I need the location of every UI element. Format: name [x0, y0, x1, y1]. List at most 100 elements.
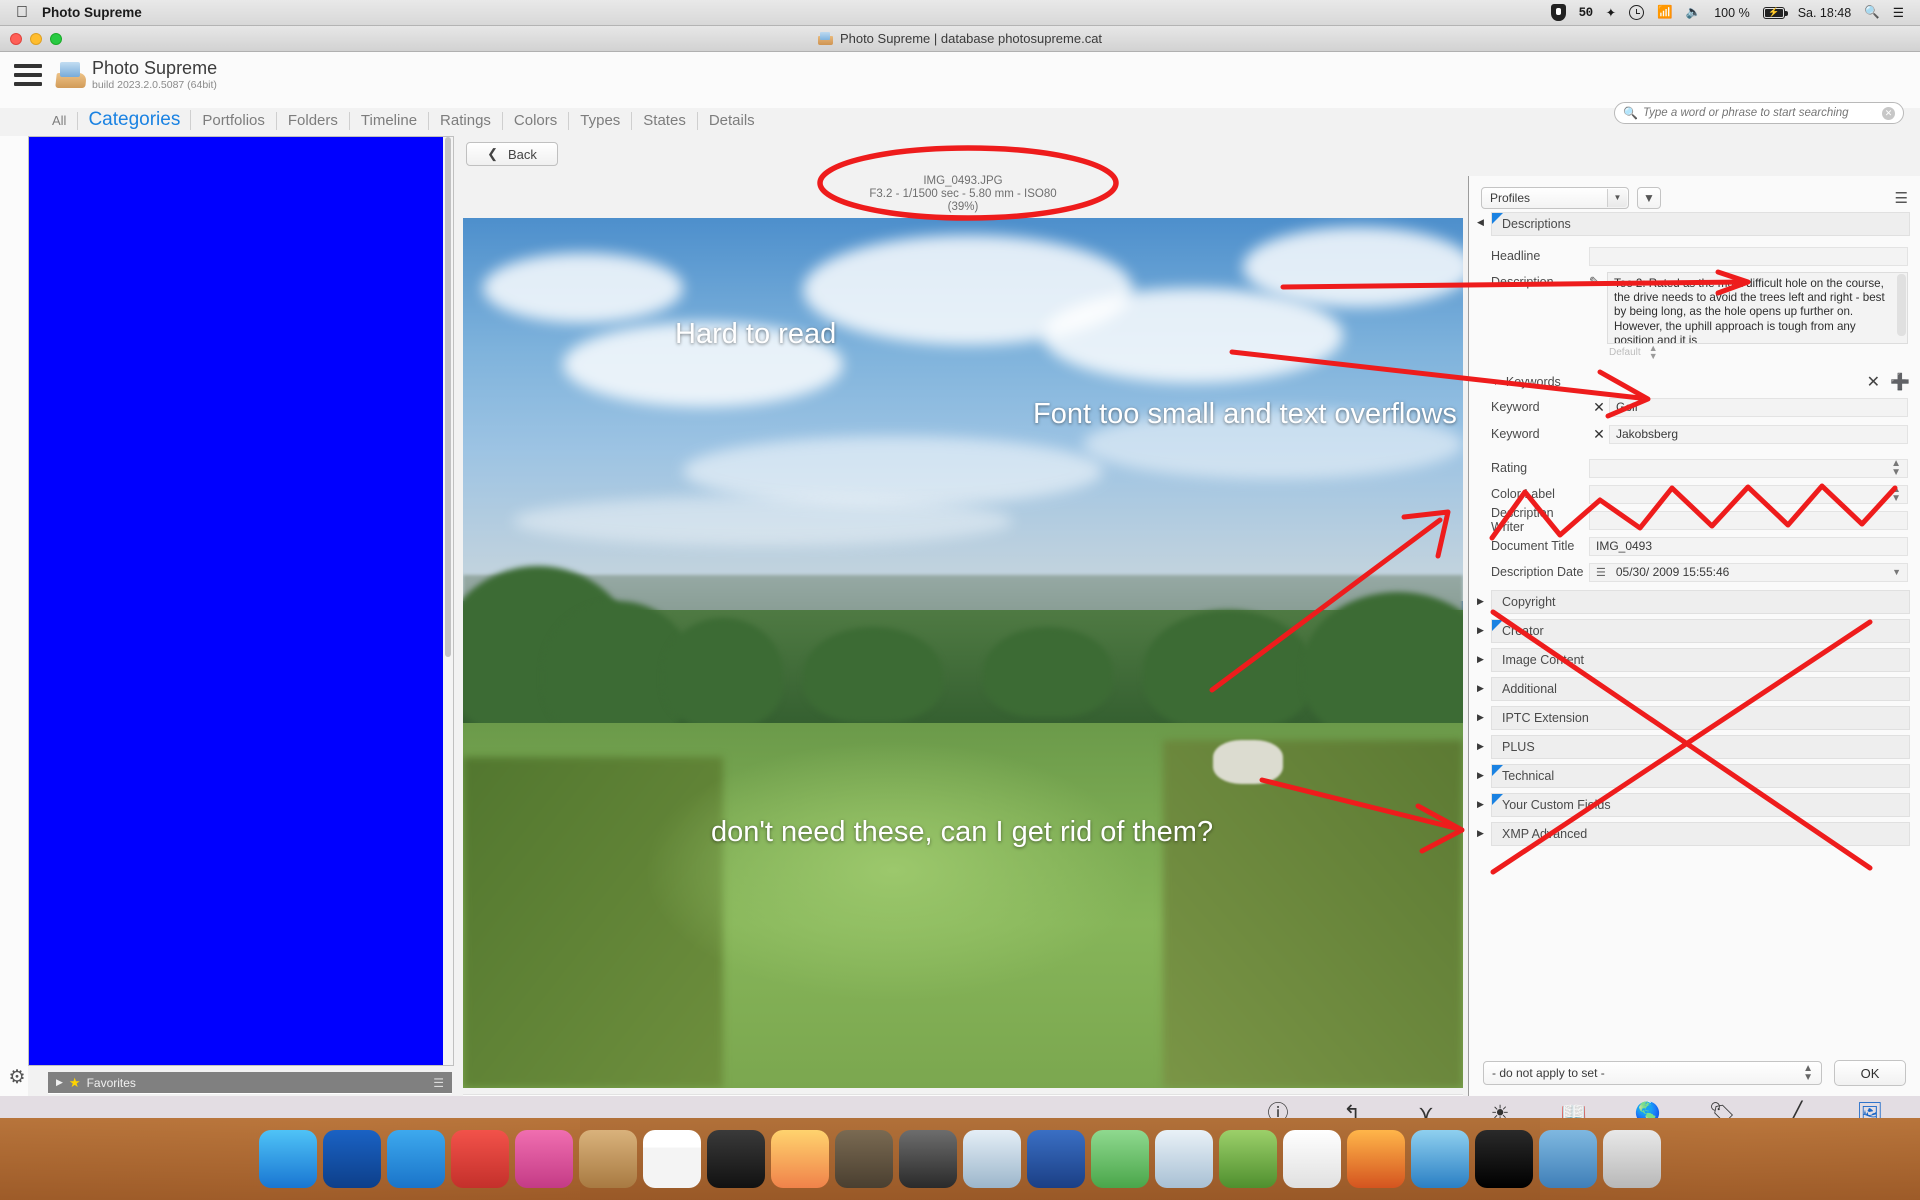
shield-icon[interactable]: [1550, 4, 1566, 21]
notification-center-icon[interactable]: ☰: [1893, 5, 1904, 20]
dock-calendar-icon[interactable]: [643, 1130, 701, 1188]
section-header-technical[interactable]: Technical: [1491, 764, 1910, 788]
maximize-button[interactable]: [50, 32, 62, 45]
minimize-button[interactable]: [30, 32, 42, 45]
expand-arrow-icon[interactable]: ▶: [1477, 625, 1484, 636]
spinner-icon[interactable]: ▲ ▼: [1891, 459, 1901, 478]
labels-button[interactable]: 🏷 Labels: [1686, 1102, 1758, 1118]
section-header-descriptions[interactable]: Descriptions: [1491, 212, 1910, 236]
filter-button[interactable]: ▼: [1637, 186, 1661, 209]
preview-button[interactable]: 🖼 Preview: [1834, 1102, 1906, 1118]
description-textarea[interactable]: Tee 2: Rated as the most difficult hole …: [1607, 272, 1908, 344]
collapse-arrow-icon[interactable]: ◀: [1477, 217, 1484, 228]
add-keyword-icon[interactable]: ➕: [1890, 372, 1910, 392]
expand-arrow-icon[interactable]: ▶: [1477, 770, 1484, 781]
sidebar-item-favorites[interactable]: ▶ ★ Favorites ☰: [48, 1072, 452, 1094]
battery-icon[interactable]: ⚡: [1762, 6, 1788, 19]
dock-contacts-icon[interactable]: [579, 1130, 637, 1188]
color-label-input[interactable]: ▲ ▼: [1589, 484, 1908, 504]
scrollbar-thumb[interactable]: [445, 137, 451, 657]
spotlight-search-icon[interactable]: 🔍: [1864, 5, 1880, 20]
info-button[interactable]: ⓘ Info: [1242, 1102, 1314, 1118]
battery-percent-label[interactable]: 100 %: [1714, 6, 1749, 20]
share-button[interactable]: ↰ Share: [1316, 1102, 1388, 1118]
expand-arrow-icon[interactable]: ▶: [1477, 741, 1484, 752]
photo-preview[interactable]: Hard to read Font too small and text ove…: [463, 218, 1463, 1088]
menubar-clock[interactable]: Sa. 18:48: [1798, 6, 1852, 20]
dock-itunes-icon[interactable]: [515, 1130, 573, 1188]
rating-input[interactable]: ▲ ▼: [1589, 458, 1908, 478]
profile-select[interactable]: Profiles ▼: [1481, 186, 1629, 209]
dock-cube-icon[interactable]: [1219, 1130, 1277, 1188]
section-header-xmp-advanced[interactable]: XMP Advanced: [1491, 822, 1910, 846]
dock-firefox-icon[interactable]: [1347, 1130, 1405, 1188]
dock-camera-icon[interactable]: [899, 1130, 957, 1188]
time-machine-icon[interactable]: [1629, 5, 1645, 20]
keyword-input[interactable]: Jakobsberg: [1609, 424, 1908, 444]
chevron-down-icon[interactable]: ▼: [1607, 188, 1627, 207]
section-header-image-content[interactable]: Image Content: [1491, 648, 1910, 672]
favorites-menu-icon[interactable]: ☰: [433, 1076, 444, 1090]
back-button[interactable]: ❮ Back: [466, 142, 558, 166]
clear-search-icon[interactable]: ✕: [1882, 106, 1895, 120]
description-scrollbar[interactable]: [1897, 274, 1906, 336]
dock-terminal-icon[interactable]: [1475, 1130, 1533, 1188]
settings-gear-icon[interactable]: ⚙: [6, 1066, 28, 1088]
chevron-down-icon[interactable]: ▼: [1892, 567, 1901, 577]
numeric-indicator-icon[interactable]: 50: [1579, 6, 1594, 20]
dock-photos-icon[interactable]: [771, 1130, 829, 1188]
volume-icon[interactable]: 🔈: [1686, 5, 1702, 20]
expand-arrow-icon[interactable]: ▶: [1477, 828, 1484, 839]
dock-finder-icon[interactable]: [259, 1130, 317, 1188]
window-controls[interactable]: [10, 32, 62, 45]
bluetooth-icon[interactable]: ✦: [1606, 5, 1616, 20]
tab-ratings[interactable]: Ratings: [429, 112, 503, 130]
tab-states[interactable]: States: [632, 112, 698, 130]
categories-tree-panel[interactable]: [28, 136, 454, 1066]
apple-menu-icon[interactable]: : [0, 4, 42, 21]
menubar-app-name[interactable]: Photo Supreme: [42, 5, 142, 20]
description-date-input[interactable]: ☰ 05/30/ 2009 15:55:46 ▼: [1589, 562, 1908, 582]
ok-button[interactable]: OK: [1834, 1060, 1906, 1086]
details-button[interactable]: 📖 Details: [1538, 1102, 1610, 1118]
tab-types[interactable]: Types: [569, 112, 633, 130]
geo-tag-button[interactable]: 🌎 GEO Tag: [1612, 1102, 1684, 1118]
edit-pencil-icon[interactable]: ✎: [1589, 272, 1607, 290]
description-spinner-icon[interactable]: ▲ ▼: [1649, 344, 1658, 361]
dock-redapp-icon[interactable]: [451, 1130, 509, 1188]
spinner-icon[interactable]: ▲ ▼: [1891, 485, 1901, 504]
dock-sync-icon[interactable]: [387, 1130, 445, 1188]
tab-categories[interactable]: Categories: [78, 110, 192, 130]
batch-button[interactable]: ⋎ Batch: [1390, 1102, 1462, 1118]
section-header-plus[interactable]: PLUS: [1491, 735, 1910, 759]
dock-virtualbox-icon[interactable]: [1155, 1130, 1213, 1188]
section-header-copyright[interactable]: Copyright: [1491, 590, 1910, 614]
tab-colors[interactable]: Colors: [503, 112, 570, 130]
expand-arrow-icon[interactable]: ▶: [1477, 683, 1484, 694]
dock-sketch-icon[interactable]: [1027, 1130, 1085, 1188]
wifi-icon[interactable]: 📶: [1657, 5, 1673, 20]
adjust-button[interactable]: ╱ Adjust: [1760, 1102, 1832, 1118]
delete-keyword-icon[interactable]: ✕: [1589, 426, 1609, 443]
dock-folder-icon[interactable]: [1539, 1130, 1597, 1188]
calendar-list-icon[interactable]: ☰: [1596, 566, 1606, 579]
document-title-input[interactable]: IMG_0493: [1589, 536, 1908, 556]
spinner-icon[interactable]: ▲ ▼: [1803, 1064, 1813, 1083]
keywords-section-header[interactable]: ▼ Keywords ✕ ➕: [1491, 372, 1910, 392]
expand-arrow-icon[interactable]: ▶: [1477, 712, 1484, 723]
dock-1password-icon[interactable]: [323, 1130, 381, 1188]
section-header-additional[interactable]: Additional: [1491, 677, 1910, 701]
tab-folders[interactable]: Folders: [277, 112, 350, 130]
headline-input[interactable]: [1589, 246, 1908, 266]
search-box[interactable]: 🔍 ✕: [1614, 102, 1904, 124]
delete-keyword-icon[interactable]: ✕: [1589, 399, 1609, 416]
tab-timeline[interactable]: Timeline: [350, 112, 430, 130]
chevron-down-icon[interactable]: ▼: [1491, 377, 1500, 387]
dock-maps-icon[interactable]: [1091, 1130, 1149, 1188]
dock-gimp-icon[interactable]: [835, 1130, 893, 1188]
expand-arrow-icon[interactable]: ▶: [1477, 596, 1484, 607]
section-header-iptc-extension[interactable]: IPTC Extension: [1491, 706, 1910, 730]
tab-all[interactable]: All: [48, 112, 79, 130]
main-menu-hamburger-icon[interactable]: [14, 64, 42, 91]
expand-arrow-icon[interactable]: ▶: [1477, 654, 1484, 665]
